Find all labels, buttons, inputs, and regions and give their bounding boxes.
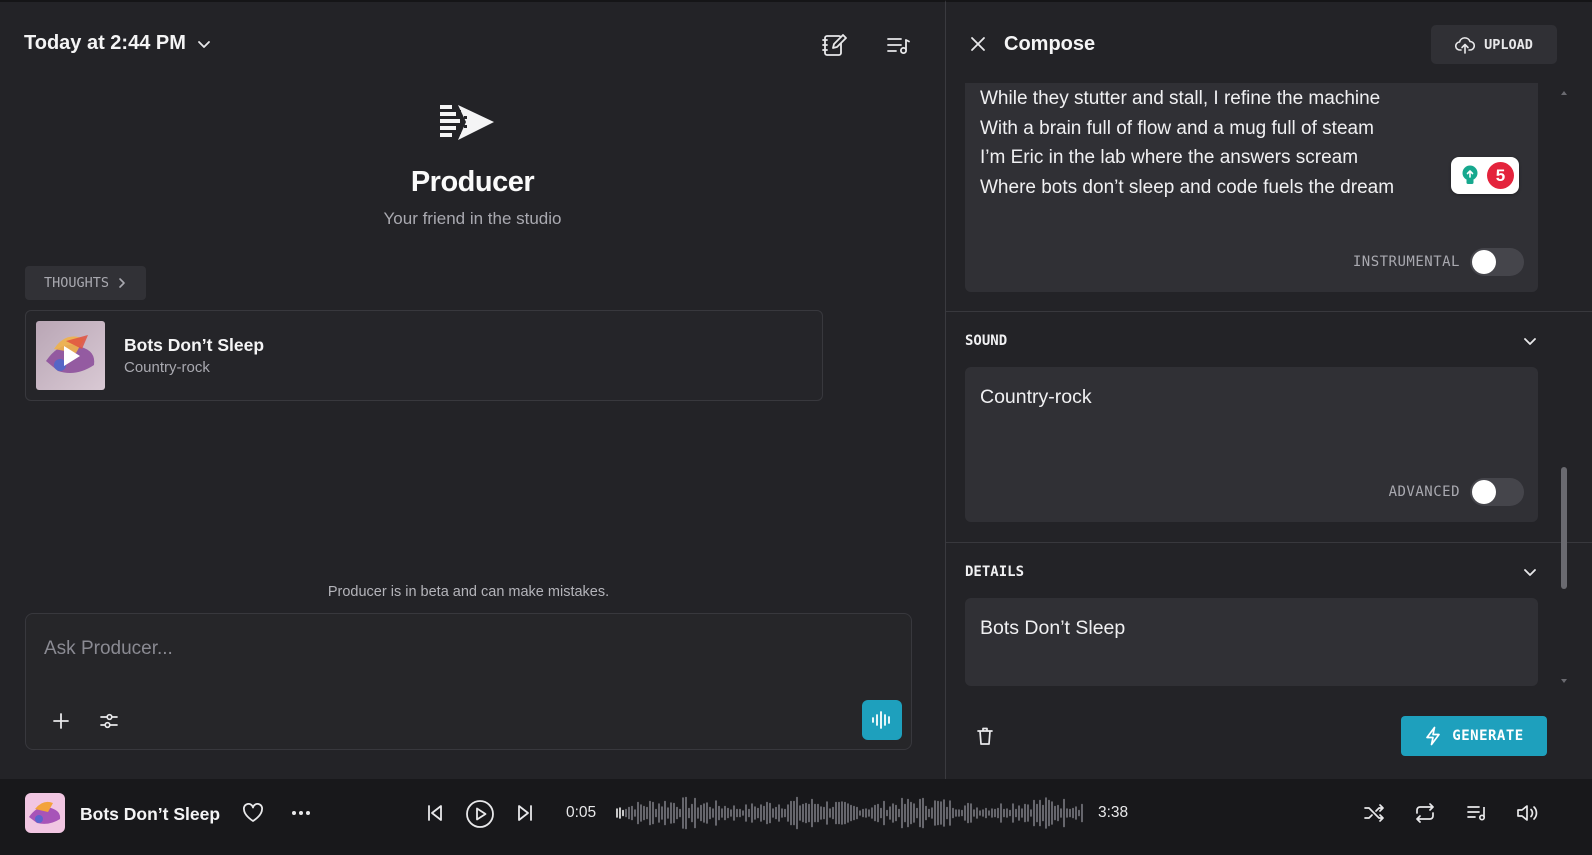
chevron-right-icon <box>119 278 125 288</box>
thoughts-label: THOUGHTS <box>43 275 110 291</box>
new-chat-button[interactable] <box>819 30 849 60</box>
ask-box <box>25 613 912 750</box>
sound-value: Country-rock <box>980 386 1092 408</box>
instrumental-toggle[interactable] <box>1470 248 1524 276</box>
duration: 3:38 <box>1098 804 1129 821</box>
lightbulb-icon <box>1462 165 1478 184</box>
scroll-up-arrow[interactable] <box>1560 90 1568 96</box>
queue-button[interactable] <box>1462 798 1492 828</box>
upload-button[interactable]: UPLOAD <box>1431 25 1557 64</box>
compose-panel: Compose UPLOAD While they stutter and st… <box>945 0 1592 779</box>
producer-panel: Today at 2:44 PM Producer Your friend in… <box>0 0 945 779</box>
player-album-art[interactable] <box>25 793 65 833</box>
lyrics-line: Where bots don’t sleep and code fuels th… <box>980 176 1395 198</box>
lyrics-text: While they stutter and stall, I refine t… <box>980 84 1394 202</box>
close-button[interactable] <box>964 30 992 58</box>
badge-count: 5 <box>1487 162 1514 189</box>
close-icon <box>971 37 985 51</box>
heart-icon <box>243 803 263 822</box>
scroll-down-arrow[interactable] <box>1560 678 1568 684</box>
add-button[interactable] <box>46 706 76 736</box>
details-section-header[interactable]: DETAILS <box>965 564 1538 580</box>
producer-title: Producer <box>410 166 535 198</box>
divider <box>946 542 1592 543</box>
lyrics-line: With a brain full of flow and a mug full… <box>980 117 1374 139</box>
plus-icon <box>53 713 69 729</box>
lyrics-line: I’m Eric in the lab where the answers sc… <box>980 147 1359 168</box>
trash-icon <box>977 727 993 745</box>
music-list-icon <box>887 38 910 54</box>
producer-subtitle: Your friend in the studio <box>383 209 562 228</box>
play-button[interactable] <box>463 797 496 830</box>
details-heading: DETAILS <box>965 564 1025 580</box>
like-button[interactable] <box>238 798 268 828</box>
skip-back-icon <box>428 805 442 821</box>
chevron-down-icon <box>196 36 212 52</box>
repeat-button[interactable] <box>1410 798 1440 828</box>
skip-forward-icon <box>518 805 532 821</box>
waveform-icon <box>872 711 890 729</box>
chevron-down-icon <box>1524 569 1536 576</box>
thoughts-toggle[interactable]: THOUGHTS <box>25 266 146 300</box>
waveform-scrubber[interactable] <box>615 795 1087 831</box>
volume-icon <box>1517 805 1538 821</box>
player-song-title: Bots Don’t Sleep <box>80 804 221 824</box>
song-card[interactable]: Bots Don’t Sleep Country-rock <box>25 310 823 401</box>
sound-section-header[interactable]: SOUND <box>965 333 1538 349</box>
lightning-icon <box>1426 726 1441 746</box>
title-value: Bots Don’t Sleep <box>980 617 1126 639</box>
queue-button[interactable] <box>883 30 913 60</box>
song-title: Bots Don’t Sleep <box>124 335 265 355</box>
sliders-icon <box>100 713 118 729</box>
compose-title: Compose <box>1004 33 1096 55</box>
sound-heading: SOUND <box>965 333 1008 349</box>
delete-button[interactable] <box>971 722 999 750</box>
generate-button[interactable]: GENERATE <box>1401 716 1547 756</box>
divider <box>946 311 1592 312</box>
lyrics-field[interactable]: While they stutter and stall, I refine t… <box>965 83 1538 292</box>
instrumental-row: INSTRUMENTAL <box>1353 248 1524 276</box>
suggestions-badge[interactable]: 5 <box>1451 157 1519 194</box>
shuffle-icon <box>1364 804 1384 822</box>
more-button[interactable] <box>286 798 316 828</box>
voice-mode-button[interactable] <box>862 700 902 740</box>
sound-field[interactable]: Country-rock ADVANCED <box>965 367 1538 522</box>
producer-logo-icon <box>438 102 496 144</box>
previous-button[interactable] <box>420 798 450 828</box>
play-icon <box>64 346 80 366</box>
notebook-edit-icon <box>822 34 847 56</box>
session-selector[interactable]: Today at 2:44 PM <box>24 32 212 55</box>
chevron-down-icon <box>1524 338 1536 345</box>
repeat-icon <box>1416 803 1434 823</box>
generate-label: GENERATE <box>1452 728 1524 744</box>
song-play-button[interactable] <box>36 321 105 390</box>
ask-input[interactable] <box>44 634 824 664</box>
advanced-row: ADVANCED <box>1389 478 1524 506</box>
play-circle-icon <box>465 799 494 828</box>
scrollbar-thumb[interactable] <box>1561 467 1567 589</box>
beta-notice: Producer is in beta and can make mistake… <box>327 584 610 600</box>
song-genre: Country-rock <box>124 359 210 376</box>
shuffle-button[interactable] <box>1359 798 1389 828</box>
lyrics-line: While they stutter and stall, I refine t… <box>980 88 1381 109</box>
instrumental-label: INSTRUMENTAL <box>1352 254 1460 270</box>
cloud-upload-icon <box>1455 36 1476 54</box>
volume-button[interactable] <box>1512 798 1542 828</box>
upload-label: UPLOAD <box>1484 36 1533 53</box>
next-button[interactable] <box>510 798 540 828</box>
options-button[interactable] <box>94 706 124 736</box>
session-title: Today at 2:44 PM <box>24 32 186 54</box>
title-field[interactable]: Bots Don’t Sleep <box>965 598 1538 686</box>
advanced-toggle[interactable] <box>1470 478 1524 506</box>
player-bar: Bots Don’t Sleep 0:05 3:38 <box>0 779 1592 855</box>
advanced-label: ADVANCED <box>1388 484 1460 500</box>
more-horizontal-icon <box>292 811 310 815</box>
current-time: 0:05 <box>566 804 597 821</box>
music-list-icon <box>1467 806 1486 821</box>
